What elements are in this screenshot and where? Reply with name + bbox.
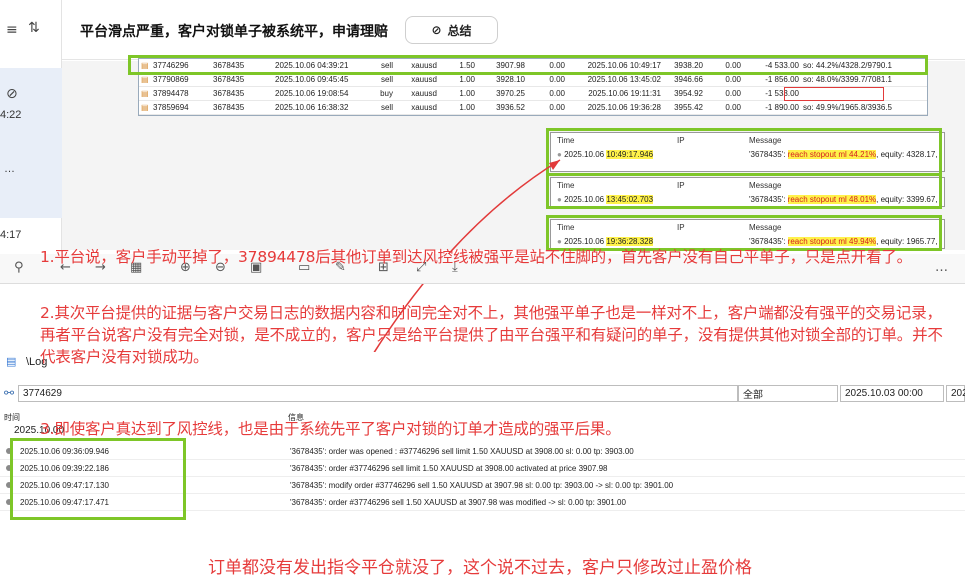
col-time-header: 时间 <box>4 413 20 422</box>
journal-message: '3678435': modify order #37746296 sell 1… <box>290 480 674 490</box>
annotation-point-3: 3.即使客户真达到了风控线，也是由于系统先平了客户对锁的订单才造成的强平后果。 <box>40 420 621 438</box>
date-from-select[interactable]: 2025.10.03 00:00 <box>840 385 944 402</box>
journal-message: '3678435': order #37746296 sell 1.50 XAU… <box>290 497 626 507</box>
filter-type-value: 全部 <box>743 390 763 401</box>
bottom-annotation: 订单都没有发出指令平仓就没了，这个说不过去，客户只修改过止盈价格 <box>208 558 752 575</box>
binoculars-icon: ⚯ <box>4 386 15 400</box>
journal-message: '3678435': order was opened : #37746296 … <box>290 446 634 456</box>
date-to-select[interactable]: 202 <box>946 385 965 402</box>
file-icon: ▤ <box>6 355 17 368</box>
filter-type-select[interactable]: 全部 <box>738 385 838 402</box>
annotation-point-1: 1.平台说，客户手动平掉了，37894478后其他订单到达风控线被强平是站不住脚… <box>40 248 912 266</box>
pin-icon[interactable]: ⚲ <box>14 260 24 275</box>
filter-input[interactable]: 3774629 <box>18 385 738 402</box>
annotation-point-2: 2.其次平台提供的证据与客户交易日志的数据内容和时间完全对不上，其他强平单子也是… <box>40 304 943 366</box>
date-from-value: 2025.10.03 00:00 <box>845 388 923 399</box>
highlight-journal-times <box>10 438 186 520</box>
date-to-value: 202 <box>951 388 965 399</box>
journal-message: '3678435': order #37746296 sell limit 1.… <box>290 463 608 473</box>
